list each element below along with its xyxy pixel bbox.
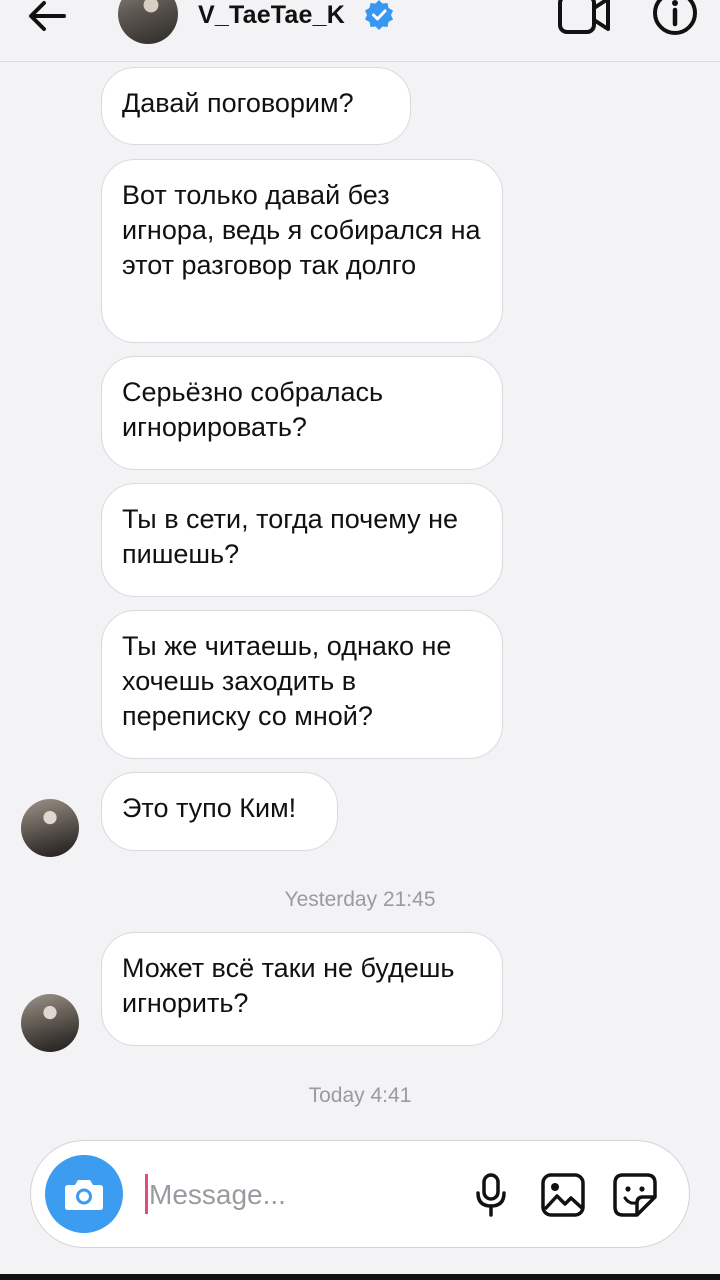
gallery-button[interactable] bbox=[539, 1171, 587, 1219]
message-bubble[interactable]: Это тупо Ким! bbox=[101, 772, 338, 851]
header-avatar[interactable] bbox=[118, 0, 178, 44]
message-bubble[interactable]: Ты же читаешь, однако не хочешь заходить… bbox=[101, 610, 503, 759]
camera-button[interactable] bbox=[45, 1155, 123, 1233]
sticker-icon bbox=[613, 1173, 657, 1217]
back-button[interactable] bbox=[22, 0, 72, 42]
message-bubble[interactable]: Ты в сети, тогда почему не пишешь? bbox=[101, 483, 503, 597]
microphone-icon bbox=[476, 1173, 506, 1217]
verified-badge-icon bbox=[364, 0, 394, 30]
info-icon bbox=[653, 0, 697, 35]
arrow-left-icon bbox=[29, 1, 66, 31]
timestamp: Today 4:41 bbox=[308, 1084, 412, 1107]
sender-avatar[interactable] bbox=[21, 994, 79, 1052]
sender-avatar[interactable] bbox=[21, 799, 79, 857]
timestamp: Yesterday 21:45 bbox=[284, 888, 436, 911]
message-bubble[interactable]: Вот только давай без игнора, ведь я соби… bbox=[101, 159, 503, 343]
info-button[interactable] bbox=[650, 0, 700, 38]
video-call-button[interactable] bbox=[556, 0, 614, 38]
message-bubble[interactable]: Может всё таки не будешь игнорить? bbox=[101, 932, 503, 1046]
chat-username[interactable]: V_TaeTae_K bbox=[198, 1, 345, 30]
camera-icon bbox=[65, 1180, 103, 1210]
message-bubble[interactable]: Давай поговорим? bbox=[101, 67, 411, 145]
sticker-button[interactable] bbox=[611, 1171, 659, 1219]
message-composer bbox=[30, 1140, 690, 1248]
image-gallery-icon bbox=[541, 1173, 585, 1217]
message-input[interactable] bbox=[147, 1169, 451, 1221]
chat-header: V_TaeTae_K bbox=[0, 0, 720, 62]
video-camera-icon bbox=[558, 0, 610, 34]
voice-message-button[interactable] bbox=[467, 1171, 515, 1219]
bottom-edge bbox=[0, 1274, 720, 1280]
message-bubble[interactable]: Серьёзно собралась игнорировать? bbox=[101, 356, 503, 470]
